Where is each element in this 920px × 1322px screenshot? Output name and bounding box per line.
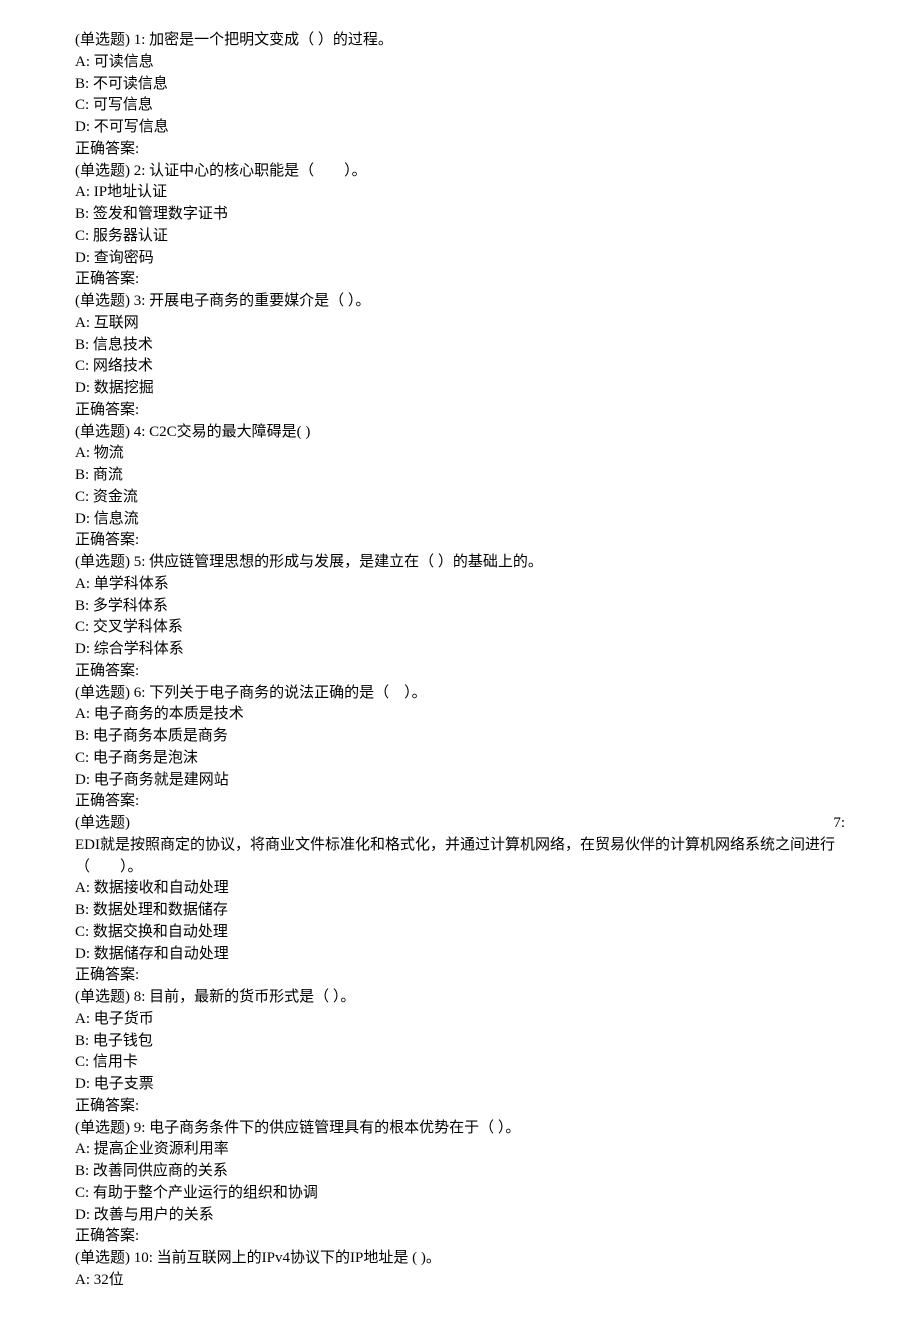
question-stem: (单选题) 8: 目前，最新的货币形式是（ ）。 xyxy=(75,987,845,1009)
question-prefix: (单选题) 3: xyxy=(75,293,149,309)
question-stem: (单选题) 3: 开展电子商务的重要媒介是（ ）。 xyxy=(75,291,845,313)
question-text: 加密是一个把明文变成（ ）的过程。 xyxy=(149,32,393,48)
question-stem: (单选题) 9: 电子商务条件下的供应链管理具有的根本优势在于（ ）。 xyxy=(75,1118,845,1140)
question-stem: (单选题) 6: 下列关于电子商务的说法正确的是（ ）。 xyxy=(75,683,845,705)
option-b: B: 电子钱包 xyxy=(75,1031,845,1053)
question-text: 开展电子商务的重要媒介是（ ）。 xyxy=(149,293,370,309)
option-d: D: 信息流 xyxy=(75,509,845,531)
answer-label: 正确答案: xyxy=(75,1226,845,1248)
question-stem: (单选题) 2: 认证中心的核心职能是（ ）。 xyxy=(75,161,845,183)
option-a: A: 32位 xyxy=(75,1270,845,1292)
answer-label: 正确答案: xyxy=(75,139,845,161)
question-9: (单选题) 9: 电子商务条件下的供应链管理具有的根本优势在于（ ）。 A: 提… xyxy=(75,1118,845,1249)
option-d: D: 综合学科体系 xyxy=(75,639,845,661)
question-prefix-right: 7: xyxy=(833,813,845,835)
option-a: A: 电子货币 xyxy=(75,1009,845,1031)
question-prefix: (单选题) 1: xyxy=(75,32,149,48)
option-c: C: 资金流 xyxy=(75,487,845,509)
option-b: B: 电子商务本质是商务 xyxy=(75,726,845,748)
question-prefix: (单选题) 6: xyxy=(75,685,149,701)
question-text: 当前互联网上的IPv4协议下的IP地址是 ( )。 xyxy=(157,1250,441,1266)
question-7: (单选题) 7: EDI就是按照商定的协议，将商业文件标准化和格式化，并通过计算… xyxy=(75,813,845,987)
question-8: (单选题) 8: 目前，最新的货币形式是（ ）。 A: 电子货币 B: 电子钱包… xyxy=(75,987,845,1118)
option-c: C: 网络技术 xyxy=(75,356,845,378)
option-d: D: 数据挖掘 xyxy=(75,378,845,400)
option-b: B: 数据处理和数据储存 xyxy=(75,900,845,922)
question-text: EDI就是按照商定的协议，将商业文件标准化和格式化，并通过计算机网络，在贸易伙伴… xyxy=(75,835,845,879)
question-text: 下列关于电子商务的说法正确的是（ ）。 xyxy=(149,685,427,701)
question-prefix-left: (单选题) xyxy=(75,813,130,835)
option-a: A: 单学科体系 xyxy=(75,574,845,596)
question-4: (单选题) 4: C2C交易的最大障碍是( ) A: 物流 B: 商流 C: 资… xyxy=(75,422,845,553)
option-b: B: 改善同供应商的关系 xyxy=(75,1161,845,1183)
option-b: B: 信息技术 xyxy=(75,335,845,357)
option-c: C: 数据交换和自动处理 xyxy=(75,922,845,944)
option-d: D: 电子商务就是建网站 xyxy=(75,770,845,792)
answer-label: 正确答案: xyxy=(75,661,845,683)
question-prefix: (单选题) 9: xyxy=(75,1120,149,1136)
question-prefix: (单选题) 10: xyxy=(75,1250,157,1266)
option-d: D: 数据储存和自动处理 xyxy=(75,944,845,966)
option-a: A: 数据接收和自动处理 xyxy=(75,878,845,900)
answer-label: 正确答案: xyxy=(75,791,845,813)
question-5: (单选题) 5: 供应链管理思想的形成与发展，是建立在（ ）的基础上的。 A: … xyxy=(75,552,845,683)
question-prefix: (单选题) 4: xyxy=(75,424,149,440)
option-c: C: 有助于整个产业运行的组织和协调 xyxy=(75,1183,845,1205)
option-b: B: 签发和管理数字证书 xyxy=(75,204,845,226)
option-b: B: 不可读信息 xyxy=(75,74,845,96)
option-b: B: 商流 xyxy=(75,465,845,487)
question-prefix: (单选题) 5: xyxy=(75,554,149,570)
question-prefix: (单选题) 8: xyxy=(75,989,149,1005)
question-10: (单选题) 10: 当前互联网上的IPv4协议下的IP地址是 ( )。 A: 3… xyxy=(75,1248,845,1292)
question-text: C2C交易的最大障碍是( ) xyxy=(149,424,310,440)
question-stem: (单选题) 10: 当前互联网上的IPv4协议下的IP地址是 ( )。 xyxy=(75,1248,845,1270)
option-d: D: 电子支票 xyxy=(75,1074,845,1096)
answer-label: 正确答案: xyxy=(75,269,845,291)
question-text: 电子商务条件下的供应链管理具有的根本优势在于（ ）。 xyxy=(149,1120,520,1136)
option-c: C: 信用卡 xyxy=(75,1052,845,1074)
question-6: (单选题) 6: 下列关于电子商务的说法正确的是（ ）。 A: 电子商务的本质是… xyxy=(75,683,845,814)
question-text: 认证中心的核心职能是（ ）。 xyxy=(149,163,367,179)
question-stem: (单选题) 4: C2C交易的最大障碍是( ) xyxy=(75,422,845,444)
question-3: (单选题) 3: 开展电子商务的重要媒介是（ ）。 A: 互联网 B: 信息技术… xyxy=(75,291,845,422)
option-a: A: 电子商务的本质是技术 xyxy=(75,704,845,726)
option-c: C: 可写信息 xyxy=(75,95,845,117)
question-text: 目前，最新的货币形式是（ ）。 xyxy=(149,989,355,1005)
answer-label: 正确答案: xyxy=(75,530,845,552)
option-c: C: 服务器认证 xyxy=(75,226,845,248)
question-prefix: (单选题) 2: xyxy=(75,163,149,179)
answer-label: 正确答案: xyxy=(75,400,845,422)
option-a: A: 可读信息 xyxy=(75,52,845,74)
question-prefix-row: (单选题) 7: xyxy=(75,813,845,835)
question-stem: (单选题) 1: 加密是一个把明文变成（ ）的过程。 xyxy=(75,30,845,52)
option-a: A: 物流 xyxy=(75,443,845,465)
option-a: A: 互联网 xyxy=(75,313,845,335)
option-d: D: 改善与用户的关系 xyxy=(75,1205,845,1227)
option-a: A: 提高企业资源利用率 xyxy=(75,1139,845,1161)
question-stem: (单选题) 5: 供应链管理思想的形成与发展，是建立在（ ）的基础上的。 xyxy=(75,552,845,574)
answer-label: 正确答案: xyxy=(75,1096,845,1118)
option-b: B: 多学科体系 xyxy=(75,596,845,618)
question-1: (单选题) 1: 加密是一个把明文变成（ ）的过程。 A: 可读信息 B: 不可… xyxy=(75,30,845,161)
question-2: (单选题) 2: 认证中心的核心职能是（ ）。 A: IP地址认证 B: 签发和… xyxy=(75,161,845,292)
answer-label: 正确答案: xyxy=(75,965,845,987)
question-text: 供应链管理思想的形成与发展，是建立在（ ）的基础上的。 xyxy=(149,554,543,570)
option-c: C: 电子商务是泡沫 xyxy=(75,748,845,770)
option-d: D: 查询密码 xyxy=(75,248,845,270)
option-a: A: IP地址认证 xyxy=(75,182,845,204)
option-c: C: 交叉学科体系 xyxy=(75,617,845,639)
option-d: D: 不可写信息 xyxy=(75,117,845,139)
